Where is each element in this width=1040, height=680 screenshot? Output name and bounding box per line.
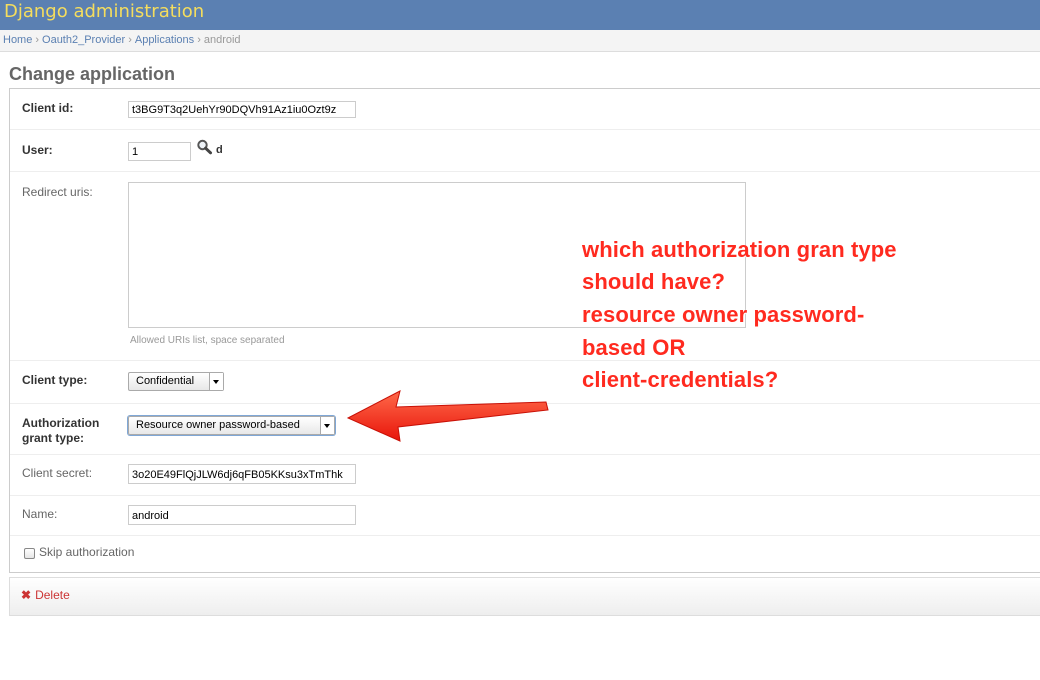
application-form: Client id: t3BG9T3q2UehYr90DQVh91Az1iu0O…: [9, 88, 1040, 573]
chevron-down-icon: [209, 373, 223, 390]
client-id-label: Client id:: [22, 101, 74, 115]
header: Django administration: [0, 0, 1040, 30]
annotation-line: client-credentials?: [582, 367, 779, 392]
annotation-line: which authorization gran type: [582, 237, 897, 262]
delete-link[interactable]: ✖ Delete: [21, 588, 70, 603]
breadcrumb-separator: ›: [128, 34, 132, 46]
user-id-field[interactable]: 1: [128, 142, 191, 161]
delete-x-icon: ✖: [21, 588, 32, 602]
breadcrumb: Home › Oauth2_Provider › Applications › androi…: [0, 30, 1040, 52]
skip-authorization-checkbox[interactable]: [24, 548, 35, 559]
breadcrumb-separator: ›: [197, 34, 201, 46]
annotation-line: resource owner password-: [582, 302, 865, 327]
redirect-uris-label: Redirect uris:: [22, 185, 93, 199]
name-row: Name: android: [10, 495, 1040, 536]
delete-label: Delete: [35, 588, 70, 602]
magnifier-icon[interactable]: [196, 139, 214, 155]
skip-authorization-label[interactable]: Skip authorization: [39, 545, 134, 559]
redirect-uris-help: Allowed URIs list, space separated: [130, 335, 285, 346]
breadcrumb-home[interactable]: Home: [3, 34, 32, 46]
client-secret-label: Client secret:: [22, 466, 93, 480]
client-id-field[interactable]: t3BG9T3q2UehYr90DQVh91Az1iu0Ozt9z: [128, 101, 356, 118]
breadcrumb-applications[interactable]: Applications: [135, 34, 194, 46]
authorization-grant-type-label-line2: grant type:: [22, 431, 85, 445]
authorization-grant-type-label: Authorization grant type:: [22, 416, 99, 446]
skip-authorization-row: Skip authorization: [10, 535, 1040, 572]
authorization-grant-type-select[interactable]: Resource owner password-based: [128, 416, 335, 435]
breadcrumb-oauth2-provider[interactable]: Oauth2_Provider: [42, 34, 125, 46]
name-label: Name:: [22, 507, 58, 521]
annotation-line: based OR: [582, 335, 686, 360]
page-title: Change application: [9, 64, 176, 84]
client-type-label: Client type:: [22, 373, 88, 387]
name-field[interactable]: android: [128, 505, 356, 525]
user-row: User: 1 d: [10, 129, 1040, 172]
client-secret-field[interactable]: 3o20E49FlQjJLW6dj6qFB05KKsu3xTmThk: [128, 464, 356, 484]
authorization-grant-type-selected: Resource owner password-based: [136, 419, 300, 431]
red-arrow: [346, 390, 549, 442]
client-secret-row: Client secret: 3o20E49FlQjJLW6dj6qFB05KK…: [10, 454, 1040, 496]
site-title[interactable]: Django administration: [4, 1, 204, 23]
client-id-row: Client id: t3BG9T3q2UehYr90DQVh91Az1iu0O…: [10, 89, 1040, 130]
user-label: User:: [22, 143, 53, 157]
user-lookup-value: d: [216, 144, 223, 156]
client-type-select[interactable]: Confidential: [128, 372, 224, 391]
breadcrumb-current: android: [203, 34, 241, 46]
authorization-grant-type-label-line1: Authorization: [22, 416, 100, 430]
client-type-selected: Confidential: [136, 375, 195, 387]
annotation-line: should have?: [582, 269, 725, 294]
redirect-uris-row: Redirect uris: Allowed URIs list, space …: [10, 171, 1040, 361]
chevron-down-icon: [320, 417, 334, 434]
submit-row: ✖ Delete: [9, 577, 1040, 616]
breadcrumb-separator: ›: [35, 34, 40, 46]
